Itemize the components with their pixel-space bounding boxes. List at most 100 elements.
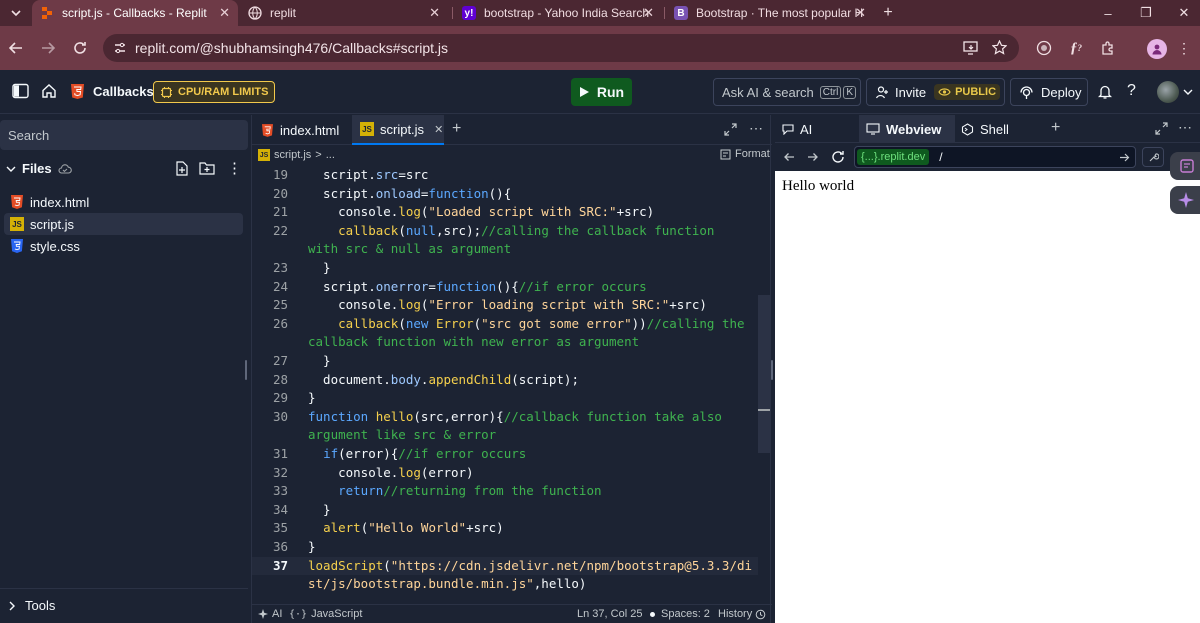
forward-button[interactable] (36, 36, 60, 60)
code-line[interactable]: 31 if(error){//if error occurs (252, 445, 758, 464)
ask-ai-search-button[interactable]: Ask AI & search Ctrl K (713, 78, 861, 106)
bookmark-star-icon[interactable] (992, 40, 1007, 55)
sidebar-resize-handle[interactable] (245, 360, 247, 380)
new-tab-button[interactable]: + (876, 1, 900, 25)
limits-badge[interactable]: CPU/RAM LIMITS (153, 81, 276, 103)
tab-webview[interactable]: Webview (859, 115, 955, 143)
fx-extension-icon[interactable]: ƒ? (1064, 36, 1088, 60)
language-button[interactable]: {·} JavaScript (289, 608, 362, 620)
files-menu-button[interactable]: ⋮ (227, 159, 242, 177)
code-line[interactable]: 26 callback(new Error("src got some erro… (252, 315, 758, 334)
code-line[interactable]: 21 console.log("Loaded script with SRC:"… (252, 203, 758, 222)
browser-menu-button[interactable]: ⋮ (1172, 36, 1196, 60)
maximize-pane-button[interactable] (724, 123, 737, 136)
notifications-button[interactable] (1098, 84, 1112, 99)
browser-tab-replit[interactable]: replit ✕ (240, 0, 448, 26)
close-window-button[interactable]: ✕ (1172, 1, 1196, 25)
browser-tab-yahoo[interactable]: y! bootstrap - Yahoo India Search ✕ (454, 0, 662, 26)
new-folder-button[interactable] (199, 161, 215, 175)
code-line[interactable]: 28 document.body.appendChild(script); (252, 371, 758, 390)
webview-back-button[interactable] (783, 151, 795, 163)
code-line[interactable]: 32 console.log(error) (252, 464, 758, 483)
code-line[interactable]: 25 console.log("Error loading script wit… (252, 296, 758, 315)
install-app-icon[interactable] (963, 41, 978, 55)
code-line[interactable]: 24 script.onerror=function(){//if error … (252, 278, 758, 297)
invite-button[interactable]: Invite PUBLIC (866, 78, 1005, 106)
extension-vpn-button[interactable] (1032, 36, 1056, 60)
sidebar-search-input[interactable]: Search (0, 120, 248, 150)
help-button[interactable]: ? (1127, 82, 1136, 100)
code-line[interactable]: 30 function hello(src,error){//callback f… (252, 408, 758, 427)
code-line[interactable]: 27 } (252, 352, 758, 371)
code-line[interactable]: st/js/bootstrap.bundle.min.js",hello) (252, 575, 758, 594)
code-line[interactable]: callback function with new error as argu… (252, 333, 758, 352)
file-item-style-css[interactable]: style.css (4, 235, 243, 257)
run-button[interactable]: Run (571, 78, 632, 106)
close-tab-icon[interactable]: ✕ (429, 5, 440, 21)
file-item-index-html[interactable]: index.html (4, 191, 243, 213)
code-line[interactable]: 23 } (252, 259, 758, 278)
tab-ai[interactable]: AI (775, 115, 857, 143)
indent-button[interactable]: Spaces: 2 (650, 608, 710, 620)
new-editor-tab-button[interactable]: + (452, 120, 461, 138)
breadcrumb-more[interactable]: ... (326, 149, 335, 161)
tab-index-html[interactable]: index.html (252, 115, 352, 145)
file-item-script-js[interactable]: JS script.js (4, 213, 243, 235)
minimize-button[interactable]: – (1096, 1, 1120, 25)
extensions-button[interactable] (1096, 36, 1120, 60)
format-button[interactable]: Format (720, 148, 770, 160)
reload-button[interactable] (68, 36, 92, 60)
site-settings-icon[interactable] (113, 41, 127, 55)
code-line[interactable]: 35 alert("Hello World"+src) (252, 519, 758, 538)
close-tab-icon[interactable]: ✕ (643, 5, 654, 21)
webview-forward-button[interactable] (807, 151, 819, 163)
code-line[interactable]: 22 callback(null,src);//calling the call… (252, 222, 758, 241)
new-pane-tab-button[interactable]: + (1051, 119, 1060, 137)
breadcrumb-file[interactable]: script.js (274, 149, 311, 161)
code-line[interactable]: 20 script.onload=function(){ (252, 185, 758, 204)
close-tab-icon[interactable]: ✕ (434, 123, 443, 136)
address-bar[interactable]: replit.com/@shubhamsingh476/Callbacks#sc… (103, 34, 1019, 62)
code-line[interactable]: 19 script.src=src (252, 166, 758, 185)
close-tab-icon[interactable]: ✕ (855, 5, 866, 21)
tools-section-header[interactable]: Tools (8, 598, 55, 613)
tab-search-button[interactable] (4, 1, 28, 25)
deploy-button[interactable]: Deploy (1010, 78, 1088, 106)
code-line[interactable]: 33 return//returning from the function (252, 482, 758, 501)
devtools-button[interactable] (1142, 147, 1164, 167)
code-line[interactable]: with src & null as argument (252, 240, 758, 259)
repl-name-button[interactable]: Callbacks (70, 83, 154, 100)
close-tab-icon[interactable]: ✕ (219, 5, 230, 21)
profile-avatar[interactable] (1147, 39, 1167, 59)
tab-script-js[interactable]: JS script.js ✕ (352, 115, 444, 145)
code-line[interactable]: argument like src & error (252, 426, 758, 445)
sidebar-toggle-button[interactable] (12, 83, 29, 99)
new-file-button[interactable] (175, 161, 189, 176)
floating-extension-button[interactable] (1170, 152, 1200, 180)
restore-button[interactable]: ❐ (1134, 1, 1158, 25)
pane-menu-button[interactable]: ⋯ (749, 120, 763, 137)
history-button[interactable]: History (718, 608, 766, 620)
user-avatar-button[interactable] (1157, 81, 1193, 103)
code-line[interactable]: 29} (252, 389, 758, 408)
code-area[interactable]: 19 script.src=src 20 script.onload=functi… (252, 165, 758, 607)
ai-status-button[interactable]: AI (258, 608, 282, 620)
back-button[interactable] (4, 36, 28, 60)
browser-tab-replit-script[interactable]: script.js - Callbacks - Replit ✕ (32, 0, 238, 26)
floating-ai-button[interactable] (1170, 186, 1200, 214)
code-line[interactable]: 37 loadScript("https://cdn.jsdelivr.net/n… (252, 556, 758, 576)
webview-content[interactable]: Hello world (775, 171, 1200, 623)
tab-shell[interactable]: Shell (957, 115, 1043, 143)
webview-reload-button[interactable] (831, 150, 845, 164)
files-section-header[interactable]: Files (6, 161, 72, 176)
webview-url-input[interactable]: {...}.replit.dev / (854, 146, 1136, 168)
editor-scrollbar[interactable] (758, 295, 770, 453)
code-line[interactable]: 36} (252, 538, 758, 557)
maximize-right-pane-button[interactable] (1155, 122, 1168, 135)
code-line[interactable]: 34 } (252, 501, 758, 520)
pane-resize-handle[interactable] (771, 360, 773, 380)
right-pane-menu-button[interactable]: ⋯ (1178, 119, 1192, 136)
home-button[interactable] (41, 83, 57, 99)
browser-tab-bootstrap[interactable]: B Bootstrap · The most popular H ✕ (666, 0, 874, 26)
arrow-right-icon[interactable] (1119, 152, 1130, 163)
